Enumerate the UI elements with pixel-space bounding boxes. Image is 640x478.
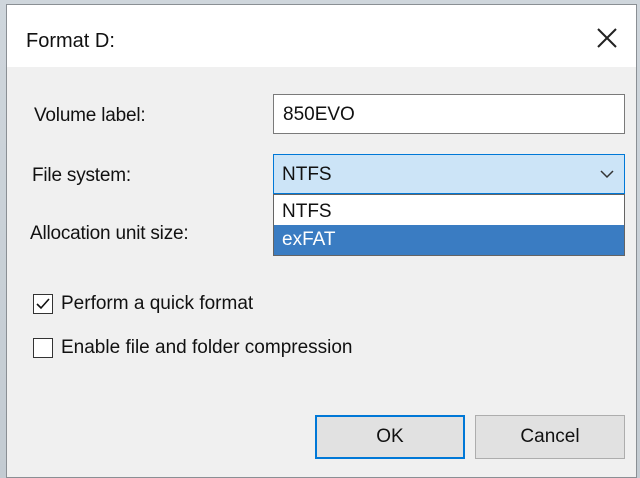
file-system-option-exfat[interactable]: exFAT [274,225,624,255]
file-system-selected-value: NTFS [282,164,332,185]
file-system-option-ntfs[interactable]: NTFS [274,197,624,226]
quick-format-label: Perform a quick format [61,293,254,314]
desktop-background: Format D: Volume label: 850EVO File syst… [0,0,640,478]
quick-format-checkbox[interactable] [33,294,53,314]
ok-button[interactable]: OK [315,415,465,459]
file-system-select[interactable]: NTFS [273,154,625,194]
compression-label: Enable file and folder compression [61,337,353,358]
compression-checkbox[interactable] [33,338,53,358]
allocation-unit-size-label: Allocation unit size: [30,223,189,244]
title-bar: Format D: [7,5,636,67]
file-system-label: File system: [32,165,131,186]
file-system-dropdown-list: NTFS exFAT [273,194,625,256]
checkmark-icon [36,298,50,310]
format-dialog: Format D: Volume label: 850EVO File syst… [6,4,637,478]
volume-label-label: Volume label: [34,105,146,126]
close-button[interactable] [592,23,622,53]
close-icon [597,28,617,48]
dialog-title: Format D: [26,30,115,52]
cancel-button[interactable]: Cancel [475,415,625,459]
chevron-down-icon [600,170,614,179]
volume-label-input[interactable]: 850EVO [273,94,625,134]
